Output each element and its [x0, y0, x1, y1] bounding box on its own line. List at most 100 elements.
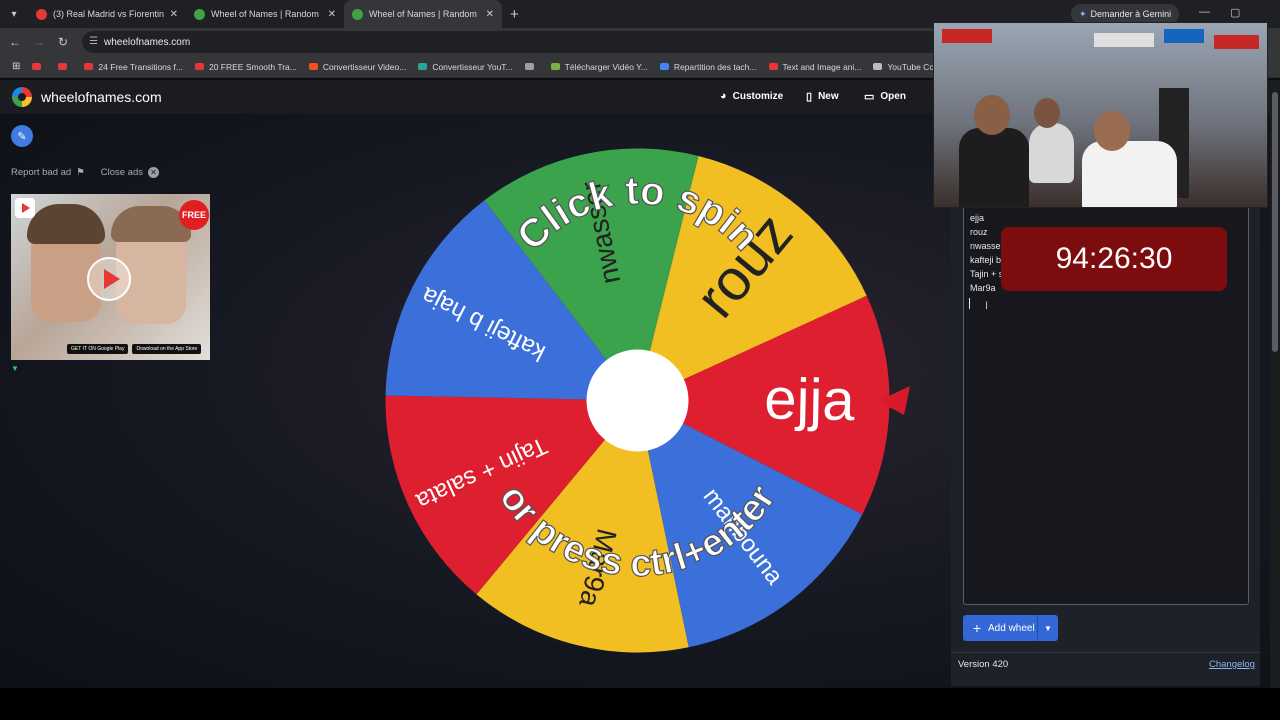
tab-search-icon[interactable]: ▾ — [0, 0, 28, 28]
entry-line: kafteji b — [970, 255, 1002, 265]
entry-line: nwasser — [970, 241, 1004, 251]
wall-flag — [1094, 33, 1154, 47]
new-tab-button[interactable]: + — [510, 6, 519, 23]
bookmark-label: Repartition des tach... — [673, 61, 757, 72]
ibeam-cursor-icon: I — [985, 300, 989, 312]
bookmark-icon — [550, 63, 560, 70]
site-title[interactable]: wheelofnames.com — [41, 89, 162, 105]
browser-tab[interactable]: (3) Real Madrid vs Fiorentina 2- ✕ — [28, 0, 186, 28]
bookmark-icon — [524, 63, 534, 70]
address-bar[interactable]: ☰ wheelofnames.com — [82, 31, 982, 53]
entry-line: Mar9a — [970, 283, 996, 293]
bookmark-icon — [32, 63, 42, 70]
new-button[interactable]: ▯ New — [806, 90, 839, 103]
bookmark-icon — [768, 63, 778, 70]
browser-tab[interactable]: Wheel of Names | Random nam ✕ — [344, 0, 502, 28]
edit-pencil-button[interactable]: ✎ — [11, 125, 33, 147]
bookmark-icon — [58, 63, 68, 70]
youtube-icon — [15, 198, 35, 218]
wheel-center[interactable] — [586, 349, 689, 452]
tab-favicon-icon — [36, 8, 47, 20]
bookmark-item[interactable]: Repartition des tach... — [656, 62, 761, 72]
tab-title: (3) Real Madrid vs Fiorentina 2- — [53, 9, 164, 19]
close-ads-link[interactable]: Close ads ✕ — [101, 167, 159, 178]
bookmark-icon — [418, 63, 428, 70]
tab-close-icon[interactable]: ✕ — [170, 9, 178, 20]
bookmark-item[interactable]: Convertisseur YouT... — [414, 62, 516, 72]
entry-line: Tajin + s — [970, 269, 1004, 279]
bookmark-icon — [659, 63, 669, 70]
tab-title: Wheel of Names | Random nam — [211, 9, 322, 19]
gemini-icon: ✦ — [1079, 8, 1087, 19]
scrollbar-thumb[interactable] — [1272, 92, 1278, 352]
gemini-button[interactable]: ✦ Demander à Gemini — [1071, 4, 1180, 24]
bookmark-item[interactable]: 24 Free Transitions f... — [80, 62, 187, 72]
changelog-link[interactable]: Changelog — [1209, 659, 1255, 670]
person-middle — [1029, 123, 1074, 183]
entry-line: ejja — [970, 213, 985, 223]
wall-flag — [942, 29, 992, 43]
report-bad-ad-link[interactable]: Report bad ad ⚑ — [11, 167, 85, 178]
close-circle-icon: ✕ — [148, 167, 159, 178]
palette-icon: ◕ — [720, 90, 727, 102]
dropdown-arrow-icon[interactable]: ▼ — [1038, 624, 1058, 633]
browser-tab[interactable]: Wheel of Names | Random nam ✕ — [186, 0, 344, 28]
forward-icon[interactable]: → — [27, 35, 51, 49]
minimize-icon[interactable]: — — [1199, 6, 1210, 18]
google-play-badge[interactable]: GET IT ON Google Play — [67, 344, 129, 354]
webcam-overlay — [933, 22, 1268, 208]
taskbar-strip — [0, 688, 1280, 720]
bookmark-label: 20 FREE Smooth Tra... — [208, 61, 297, 72]
tab-title: Wheel of Names | Random nam — [369, 9, 480, 19]
wheel-logo-icon[interactable] — [12, 87, 32, 107]
store-badges: GET IT ON Google Play Download on the Ap… — [67, 344, 202, 354]
restore-icon[interactable]: ▢ — [1230, 6, 1240, 19]
bookmark-item[interactable] — [521, 62, 543, 72]
folder-icon: ▭ — [864, 91, 875, 103]
bookmark-icon — [308, 63, 318, 70]
bookmark-item[interactable]: Télécharger Vidéo Y... — [547, 62, 652, 72]
wheel-segment-label: ejja — [764, 366, 856, 433]
tab-favicon-icon — [352, 8, 363, 20]
adchoices-icon[interactable]: ▼ — [11, 364, 19, 373]
bookmark-label: Convertisseur YouT... — [432, 61, 513, 72]
tab-favicon-icon — [194, 8, 205, 20]
reload-icon[interactable]: ↻ — [51, 35, 75, 49]
person-left — [959, 128, 1029, 207]
customize-button[interactable]: ◕ Customize — [720, 90, 783, 102]
open-button[interactable]: ▭ Open — [864, 90, 906, 103]
spin-wheel[interactable]: rouzejjamahbounaMar9aTajin + salatakafte… — [385, 148, 890, 653]
free-badge: FREE — [179, 200, 209, 230]
ad-hair-left — [27, 204, 105, 244]
app-store-badge[interactable]: Download on the App Store — [132, 344, 202, 354]
person-left-head — [974, 95, 1010, 135]
person-right — [1082, 141, 1177, 207]
gemini-label: Demander à Gemini — [1090, 9, 1172, 19]
url-text: wheelofnames.com — [104, 36, 191, 48]
bookmark-label: Convertisseur Video... — [322, 61, 407, 72]
wheel-pointer-icon — [878, 386, 910, 415]
add-wheel-button[interactable]: + Add wheel ▼ — [963, 615, 1058, 641]
ad-play-icon[interactable] — [87, 257, 131, 301]
apps-icon[interactable]: ⊞ — [8, 61, 24, 72]
wall-flag — [1214, 35, 1259, 49]
tab-close-icon[interactable]: ✕ — [486, 9, 494, 20]
text-caret — [969, 298, 970, 309]
tab-close-icon[interactable]: ✕ — [328, 9, 336, 20]
entry-line: rouz — [970, 227, 988, 237]
back-icon[interactable]: ← — [3, 35, 27, 49]
video-ad[interactable]: FREE GET IT ON Google Play Download on t… — [11, 194, 210, 360]
bookmark-item[interactable] — [54, 62, 76, 72]
person-middle-head — [1034, 98, 1060, 128]
plus-icon: + — [972, 620, 982, 636]
bookmark-item[interactable]: Convertisseur Video... — [305, 62, 410, 72]
file-icon: ▯ — [806, 91, 813, 103]
wall-flag — [1164, 29, 1204, 43]
bookmark-item[interactable] — [28, 62, 50, 72]
bookmark-icon — [84, 63, 94, 70]
bookmark-item[interactable]: Text and Image ani... — [765, 62, 866, 72]
bookmark-item[interactable]: 20 FREE Smooth Tra... — [191, 62, 301, 72]
site-info-icon[interactable]: ☰ — [89, 36, 98, 47]
bookmark-label: Télécharger Vidéo Y... — [564, 61, 648, 72]
bookmark-icon — [194, 63, 204, 70]
